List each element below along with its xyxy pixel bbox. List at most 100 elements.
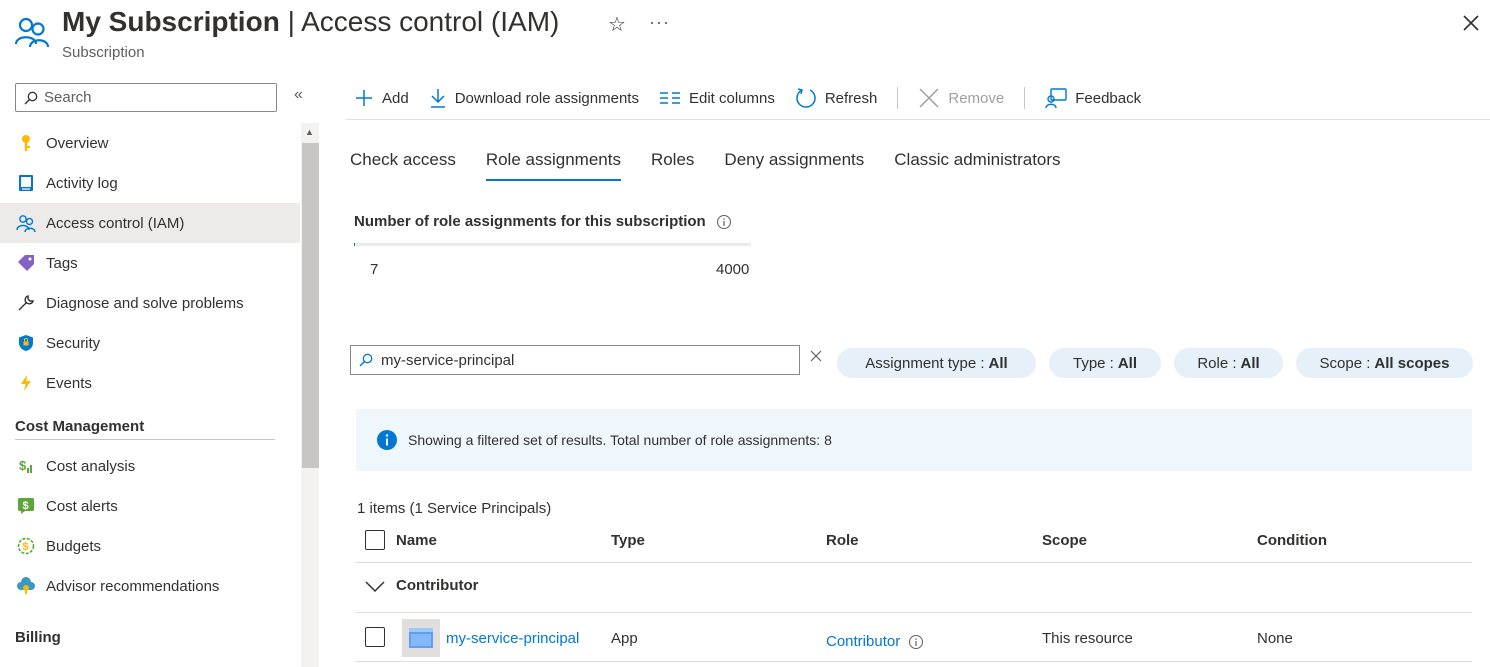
command-bar: Add Download role assignments Edit colum… [354,84,1161,112]
sidebar-item-label: Overview [46,134,109,152]
scroll-up-icon[interactable]: ▲ [305,127,314,137]
sidebar-search[interactable] [15,83,277,112]
sidebar-item-label: Advisor recommendations [46,577,220,595]
sidebar-item-label: Budgets [46,537,102,555]
sidebar-item-label: Cost analysis [46,457,136,475]
sidebar-item-activity-log[interactable]: Activity log [0,163,300,203]
info-icon[interactable] [716,214,732,230]
sidebar-item-label: Cost alerts [46,497,118,515]
search-icon [359,353,373,367]
sidebar-item-access-control[interactable]: Access control (IAM) [0,203,300,243]
group-contributor[interactable]: Contributor [364,577,478,594]
role-assignment-count-label: Number of role assignments for this subs… [354,213,732,230]
row-condition: None [1257,630,1293,647]
sidebar-item-label: Events [46,374,92,392]
column-header-name[interactable]: Name [396,532,437,549]
filter-type[interactable]: Type : All [1049,348,1161,378]
filter-role[interactable]: Role : All [1174,348,1283,378]
tab-deny-assignments[interactable]: Deny assignments [724,150,864,181]
iam-people-icon [14,14,50,50]
filtered-results-banner: Showing a filtered set of results. Total… [356,409,1472,471]
collapse-sidebar-icon[interactable]: « [294,86,303,104]
role-assignment-current: 7 [370,261,379,278]
filter-assignment-type[interactable]: Assignment type : All [837,348,1036,378]
toolbar-divider [346,119,1490,120]
role-assignment-progress-track [354,243,751,246]
sidebar-item-advisor[interactable]: Advisor recommendations [0,566,300,606]
column-header-condition[interactable]: Condition [1257,532,1327,549]
sidebar-item-label: Activity log [46,174,118,192]
sidebar-search-input[interactable] [44,89,264,106]
sidebar-item-label: Diagnose and solve problems [46,294,244,312]
refresh-icon [796,88,816,108]
sidebar-item-tags[interactable]: Tags [0,243,300,283]
refresh-button[interactable]: Refresh [795,87,877,109]
section-billing: Billing [15,629,61,646]
sidebar-item-label: Security [46,334,101,352]
advisor-icon [16,576,36,596]
info-icon[interactable] [908,634,924,650]
tab-roles[interactable]: Roles [651,150,694,181]
tab-bar: Check access Role assignments Roles Deny… [350,150,1091,181]
lightning-icon [16,373,36,393]
row-scope: This resource [1042,630,1133,647]
group-divider [356,612,1472,613]
sidebar-item-diagnose[interactable]: Diagnose and solve problems [0,283,300,323]
sidebar-nav: Overview Activity log Access control (IA… [0,123,300,650]
sidebar-item-security[interactable]: Security [0,323,300,363]
download-role-assignments-button[interactable]: Download role assignments [429,88,639,108]
role-assignment-max: 4000 [716,261,750,278]
page-subtitle: Subscription [62,44,145,61]
remove-button[interactable]: Remove [918,87,1004,109]
column-header-type[interactable]: Type [611,532,645,549]
favorite-star-icon[interactable]: ☆ [608,12,626,37]
more-options-icon[interactable]: ··· [649,12,670,33]
assignment-search-input[interactable] [381,351,781,369]
tag-icon [16,253,36,273]
toolbar-separator [897,87,899,109]
row-divider [356,661,1472,662]
sidebar-item-label: Tags [46,254,78,272]
tab-classic-administrators[interactable]: Classic administrators [894,150,1060,181]
sidebar-item-cost-alerts[interactable]: $ Cost alerts [0,486,300,526]
section-divider [15,439,275,440]
cost-analysis-icon: $ [16,456,36,476]
filter-scope[interactable]: Scope : All scopes [1296,348,1473,378]
cost-alert-icon: $ [16,496,36,516]
add-button[interactable]: Add [354,88,409,108]
row-type: App [611,630,638,647]
row-role-link[interactable]: Contributor [826,633,900,650]
app-registration-icon [402,619,440,657]
row-name-link[interactable]: my-service-principal [446,630,579,647]
svg-text:$: $ [23,541,29,553]
tab-role-assignments[interactable]: Role assignments [485,150,621,181]
search-icon [24,91,38,104]
sidebar-item-cost-analysis[interactable]: $ Cost analysis [0,446,300,486]
sidebar-item-budgets[interactable]: $ Budgets [0,526,300,566]
row-checkbox[interactable] [365,627,385,647]
sidebar-item-events[interactable]: Events [0,363,300,403]
feedback-button[interactable]: Feedback [1045,87,1141,109]
toolbar-separator [1024,87,1026,109]
page-title: My Subscription | Access control (IAM) [62,6,560,37]
column-header-scope[interactable]: Scope [1042,532,1087,549]
svg-text:$: $ [19,458,27,473]
sidebar-scroll-thumb[interactable] [302,143,319,468]
tab-check-access[interactable]: Check access [350,150,456,181]
column-header-role[interactable]: Role [826,532,859,549]
assignment-search[interactable] [350,345,800,375]
feedback-icon [1045,88,1067,109]
info-filled-icon [377,430,397,450]
sidebar-item-overview[interactable]: Overview [0,123,300,163]
download-icon [430,89,445,108]
row-role: Contributor [826,633,924,650]
clear-search-icon[interactable] [808,348,824,364]
select-all-checkbox[interactable] [365,530,385,550]
people-icon [16,213,36,233]
edit-columns-button[interactable]: Edit columns [659,90,775,107]
close-icon[interactable] [1460,12,1482,34]
svg-text:$: $ [23,500,29,512]
header-divider [356,562,1472,563]
key-icon [16,133,36,153]
items-count: 1 items (1 Service Principals) [357,500,552,517]
